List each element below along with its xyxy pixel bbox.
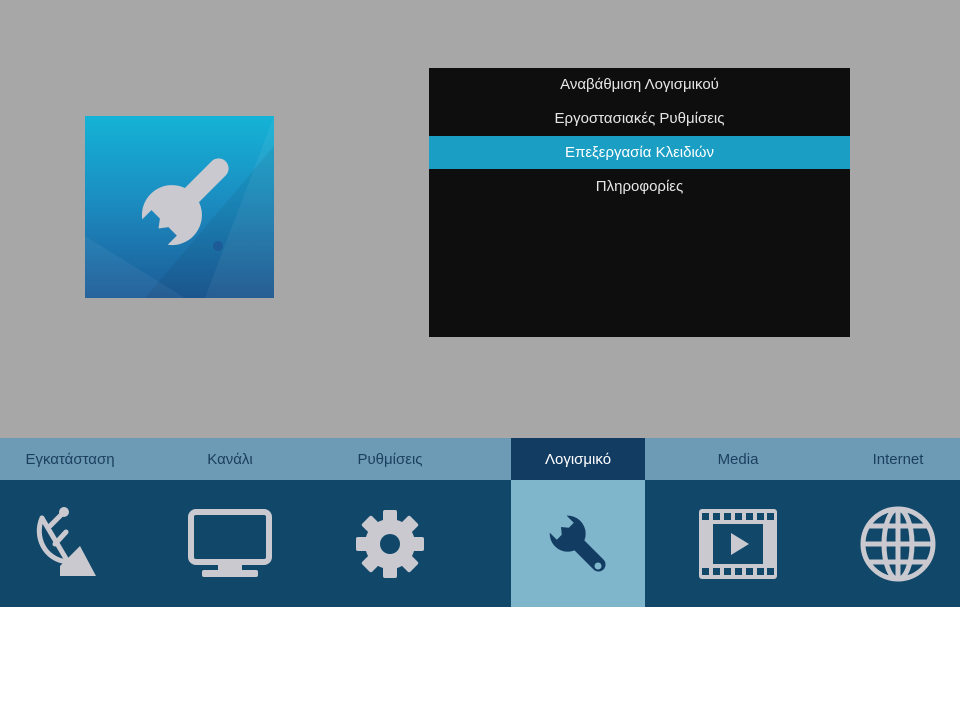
gear-icon xyxy=(356,509,424,578)
menu-item-factory-reset[interactable]: Εργοστασιακές Ρυθμίσεις xyxy=(429,102,850,135)
category-icon-bar xyxy=(0,480,960,607)
tab-settings[interactable]: Ρυθμίσεις xyxy=(320,438,460,480)
tv-icon xyxy=(188,508,272,577)
menu-item-software-update[interactable]: Αναβάθμιση Λογισμικού xyxy=(429,68,850,101)
category-tab-bar: Εγκατάσταση Κανάλι Ρυθμίσεις Λογισμικό M… xyxy=(0,438,960,480)
tab-media[interactable]: Media xyxy=(670,438,806,480)
menu-item-edit-keys[interactable]: Επεξεργασία Κλειδιών xyxy=(429,136,850,169)
satellite-dish-icon xyxy=(36,506,96,576)
film-icon xyxy=(699,508,777,579)
globe-icon xyxy=(860,506,936,581)
tile-installation[interactable] xyxy=(0,480,140,607)
wrench-icon xyxy=(85,116,274,298)
tab-software[interactable]: Λογισμικό xyxy=(511,438,645,480)
tile-media[interactable] xyxy=(670,480,806,607)
tab-internet[interactable]: Internet xyxy=(830,438,960,480)
tile-settings[interactable] xyxy=(320,480,460,607)
tab-channel[interactable]: Κανάλι xyxy=(160,438,300,480)
software-preview-tile xyxy=(85,116,274,298)
software-menu: Αναβάθμιση Λογισμικού Εργοστασιακές Ρυθμ… xyxy=(429,68,850,337)
wrench-icon xyxy=(549,515,606,572)
tile-software[interactable] xyxy=(511,480,645,607)
tab-installation[interactable]: Εγκατάσταση xyxy=(0,438,140,480)
tile-channel[interactable] xyxy=(160,480,300,607)
menu-item-information[interactable]: Πληροφορίες xyxy=(429,170,850,203)
main-screen: Αναβάθμιση Λογισμικού Εργοστασιακές Ρυθμ… xyxy=(0,0,960,438)
tile-internet[interactable] xyxy=(830,480,960,607)
